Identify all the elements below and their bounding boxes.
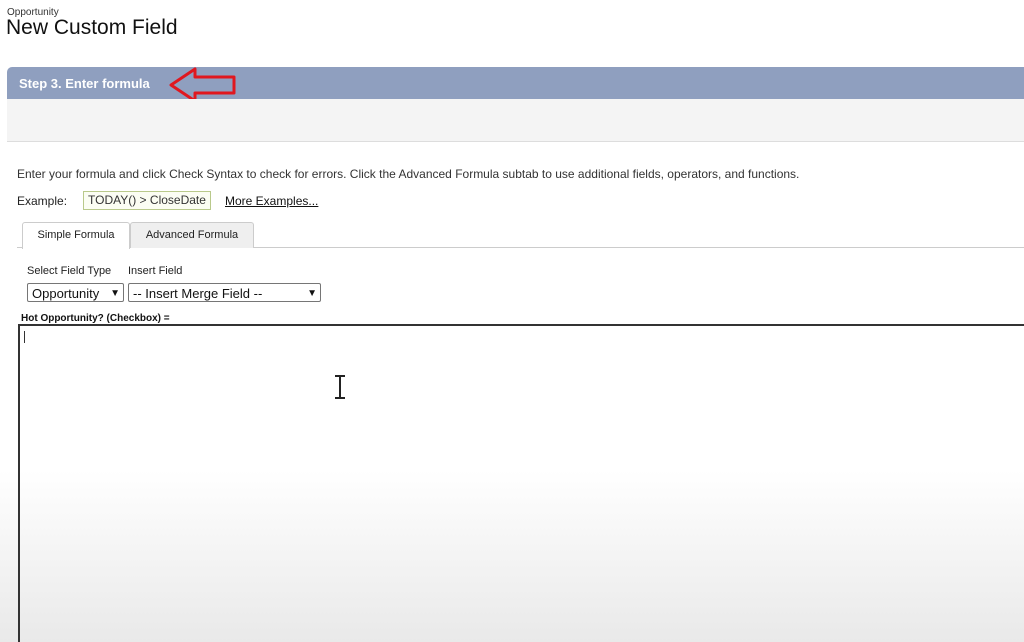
formula-label: Hot Opportunity? (Checkbox) = (21, 313, 170, 324)
field-type-select[interactable]: Opportunity ▼ (27, 283, 124, 302)
insert-field-select[interactable]: -- Insert Merge Field -- ▼ (128, 283, 321, 302)
step-header: Step 3. Enter formula (7, 67, 1024, 99)
page-title: New Custom Field (6, 16, 178, 39)
step-label: Step 3. Enter formula (19, 76, 150, 91)
text-caret (24, 331, 25, 343)
chevron-down-icon: ▼ (110, 288, 120, 299)
text-cursor-icon (335, 375, 345, 399)
field-type-label: Select Field Type (27, 265, 112, 277)
field-type-value: Opportunity (32, 286, 100, 301)
example-label: Example: (17, 194, 68, 208)
tab-simple-formula[interactable]: Simple Formula (22, 222, 130, 249)
insert-field-value: -- Insert Merge Field -- (133, 286, 263, 301)
chevron-down-icon: ▼ (307, 288, 317, 299)
tab-advanced-formula[interactable]: Advanced Formula (130, 222, 254, 248)
step-section-band (7, 99, 1024, 142)
more-examples-link[interactable]: More Examples... (225, 194, 318, 208)
formula-editor[interactable] (18, 324, 1024, 642)
instructions-text: Enter your formula and click Check Synta… (17, 167, 800, 181)
insert-field-label: Insert Field (128, 265, 183, 277)
example-code: TODAY() > CloseDate (83, 191, 211, 210)
